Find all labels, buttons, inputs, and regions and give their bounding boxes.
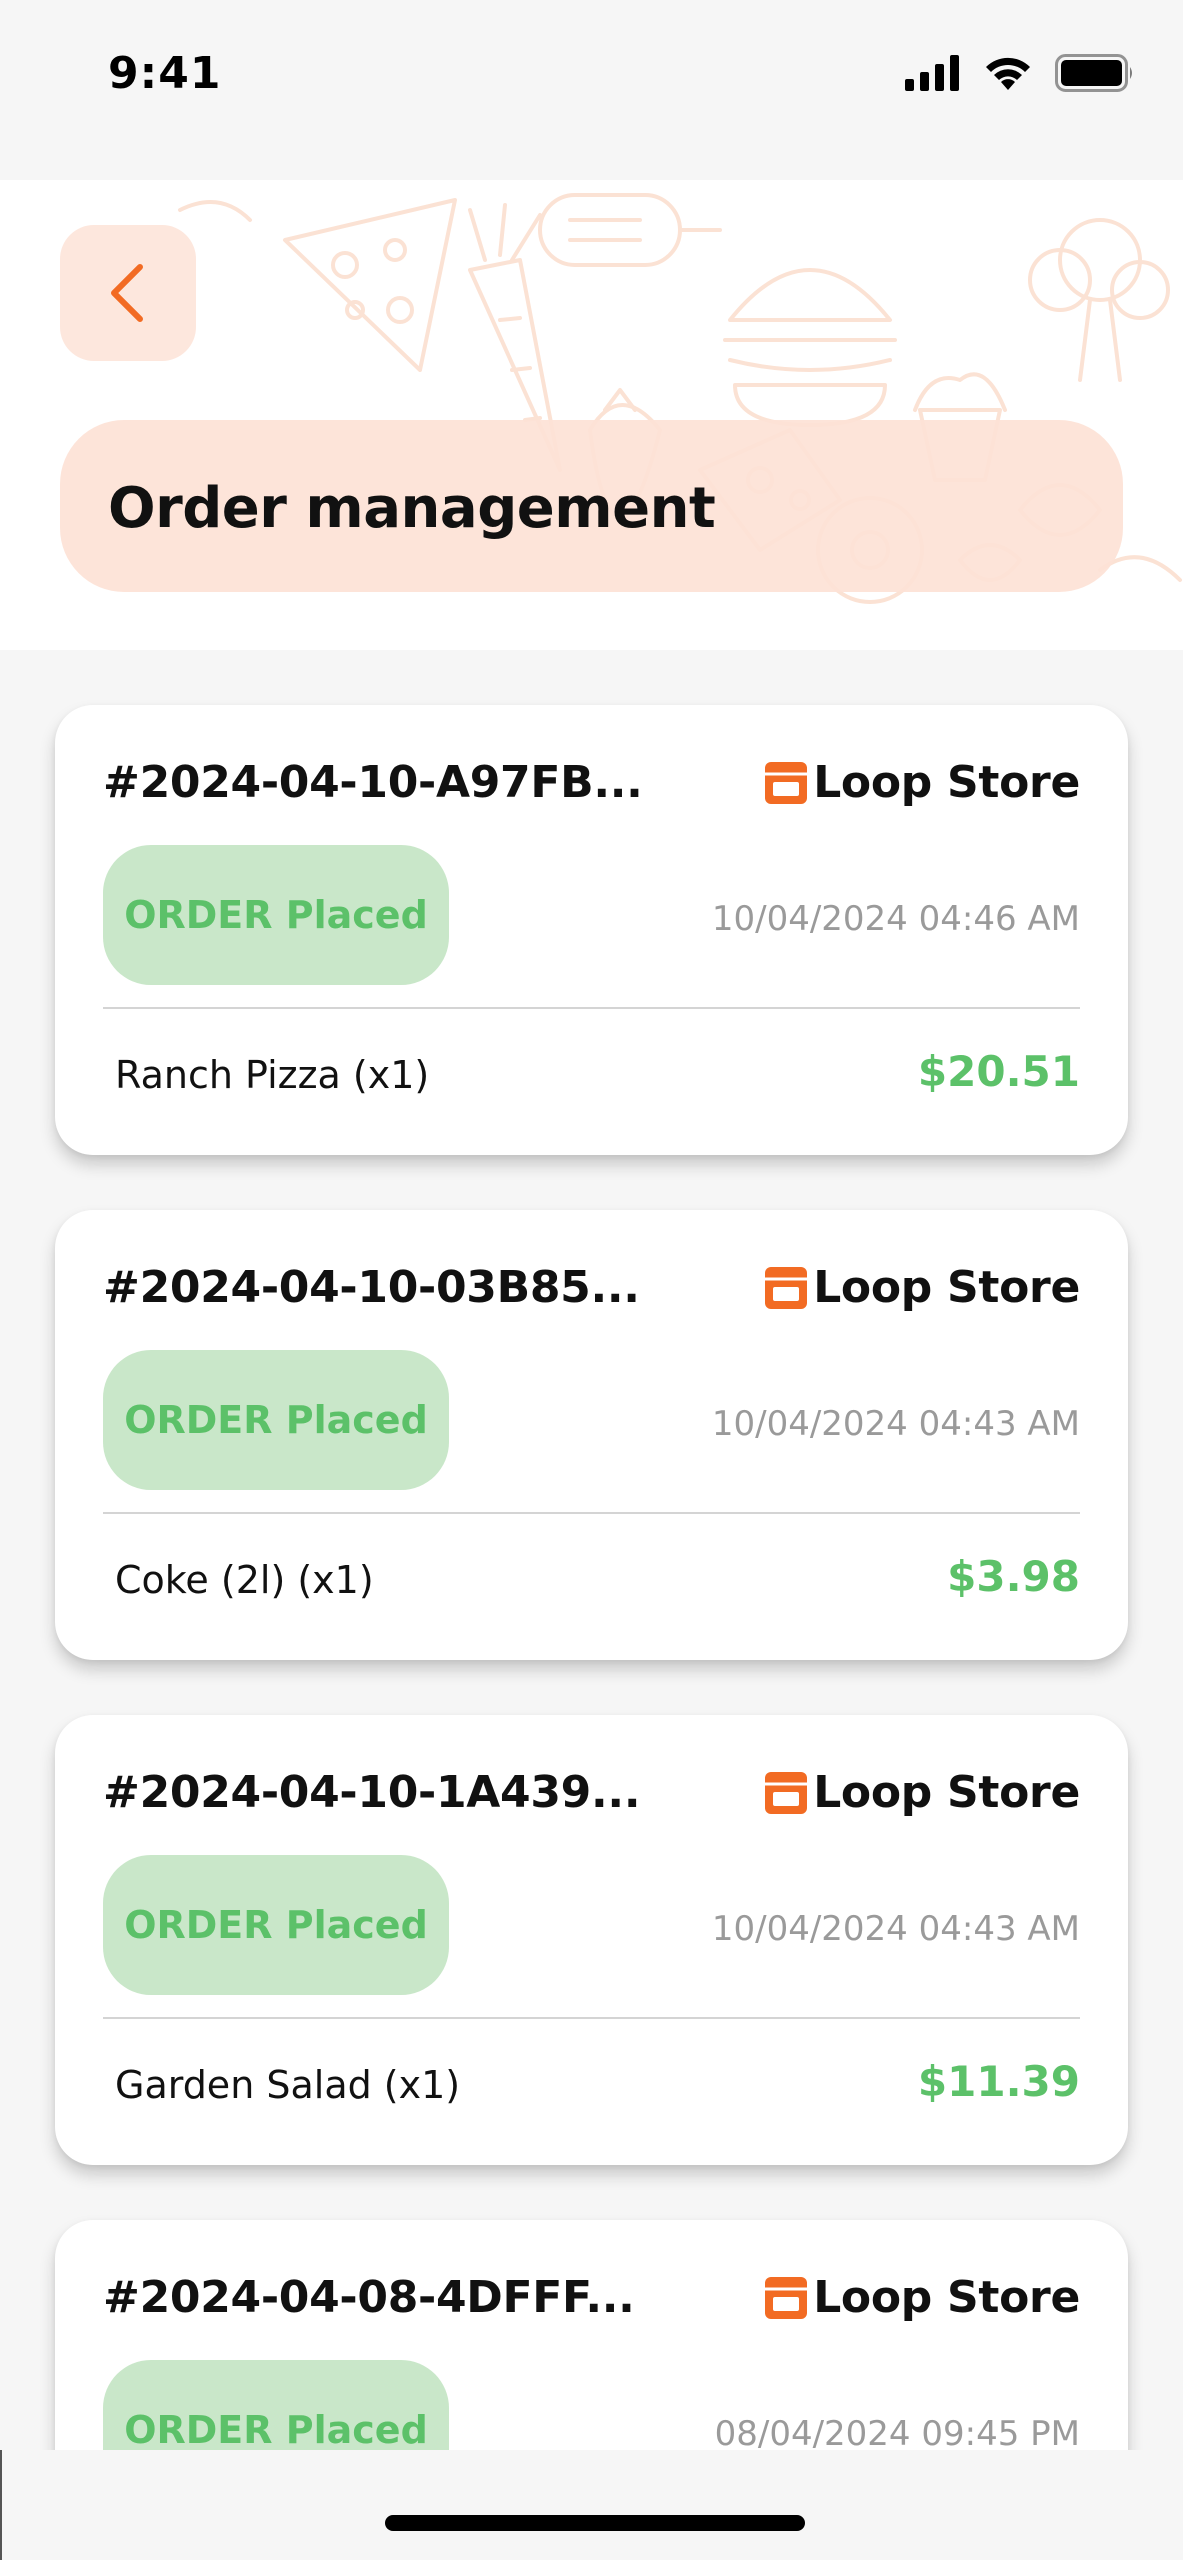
status-bar: 9:41 [0, 0, 1183, 180]
back-button[interactable] [60, 225, 196, 361]
home-indicator-area [0, 2450, 1183, 2560]
title-banner: Order management [60, 420, 1123, 592]
order-card[interactable]: #2024-04-08-4DFFF... Loop Store ORDER Pl… [55, 2220, 1128, 2450]
status-label: ORDER Placed [124, 1903, 428, 1947]
divider [103, 1007, 1080, 1009]
store-icon [765, 1771, 808, 1814]
status-badge: ORDER Placed [103, 2360, 449, 2450]
order-date: 10/04/2024 04:46 AM [711, 899, 1080, 939]
item-price: $20.51 [917, 1047, 1080, 1096]
order-date: 10/04/2024 04:43 AM [711, 1909, 1080, 1949]
status-badge: ORDER Placed [103, 845, 449, 985]
item-price: $3.98 [947, 1552, 1080, 1601]
order-date: 10/04/2024 04:43 AM [711, 1404, 1080, 1444]
order-card[interactable]: #2024-04-10-1A439... Loop Store ORDER Pl… [55, 1715, 1128, 2165]
order-list[interactable]: #2024-04-10-A97FB... Loop Store ORDER Pl… [0, 650, 1183, 2450]
order-id: #2024-04-10-03B85... [103, 1262, 640, 1313]
divider [103, 2017, 1080, 2019]
order-id: #2024-04-08-4DFFF... [103, 2272, 635, 2323]
status-icons [905, 54, 1135, 92]
status-label: ORDER Placed [124, 2408, 428, 2450]
order-date: 08/04/2024 09:45 PM [714, 2414, 1080, 2450]
page-title: Order management [108, 476, 716, 541]
divider [103, 1512, 1080, 1514]
store-link: Loop Store [763, 1262, 1080, 1313]
store-name: Loop Store [813, 1767, 1080, 1818]
status-label: ORDER Placed [124, 893, 428, 937]
store-icon [765, 2276, 808, 2319]
item-price: $11.39 [917, 2057, 1080, 2106]
store-link: Loop Store [763, 2272, 1080, 2323]
store-icon [765, 1266, 808, 1309]
chevron-left-icon [111, 264, 143, 322]
status-label: ORDER Placed [124, 1398, 428, 1442]
header: Order management [0, 180, 1183, 650]
home-indicator[interactable] [385, 2515, 805, 2531]
store-name: Loop Store [813, 757, 1080, 808]
order-id: #2024-04-10-A97FB... [103, 757, 643, 808]
wifi-icon [986, 57, 1030, 90]
item-name: Coke (2l) (x1) [115, 1558, 374, 1602]
store-link: Loop Store [763, 757, 1080, 808]
order-card[interactable]: #2024-04-10-03B85... Loop Store ORDER Pl… [55, 1210, 1128, 1660]
status-badge: ORDER Placed [103, 1855, 449, 1995]
store-name: Loop Store [813, 2272, 1080, 2323]
order-card[interactable]: #2024-04-10-A97FB... Loop Store ORDER Pl… [55, 705, 1128, 1155]
battery-icon [1055, 54, 1132, 92]
status-badge: ORDER Placed [103, 1350, 449, 1490]
item-name: Garden Salad (x1) [115, 2063, 461, 2107]
screen: 9:41 Order management #2024-04-10-A97FB.… [0, 0, 1183, 2560]
store-link: Loop Store [763, 1767, 1080, 1818]
store-icon [765, 761, 808, 804]
store-name: Loop Store [813, 1262, 1080, 1313]
item-name: Ranch Pizza (x1) [115, 1053, 430, 1097]
order-id: #2024-04-10-1A439... [103, 1767, 641, 1818]
status-time: 9:41 [108, 48, 222, 99]
signal-icon [905, 55, 959, 91]
